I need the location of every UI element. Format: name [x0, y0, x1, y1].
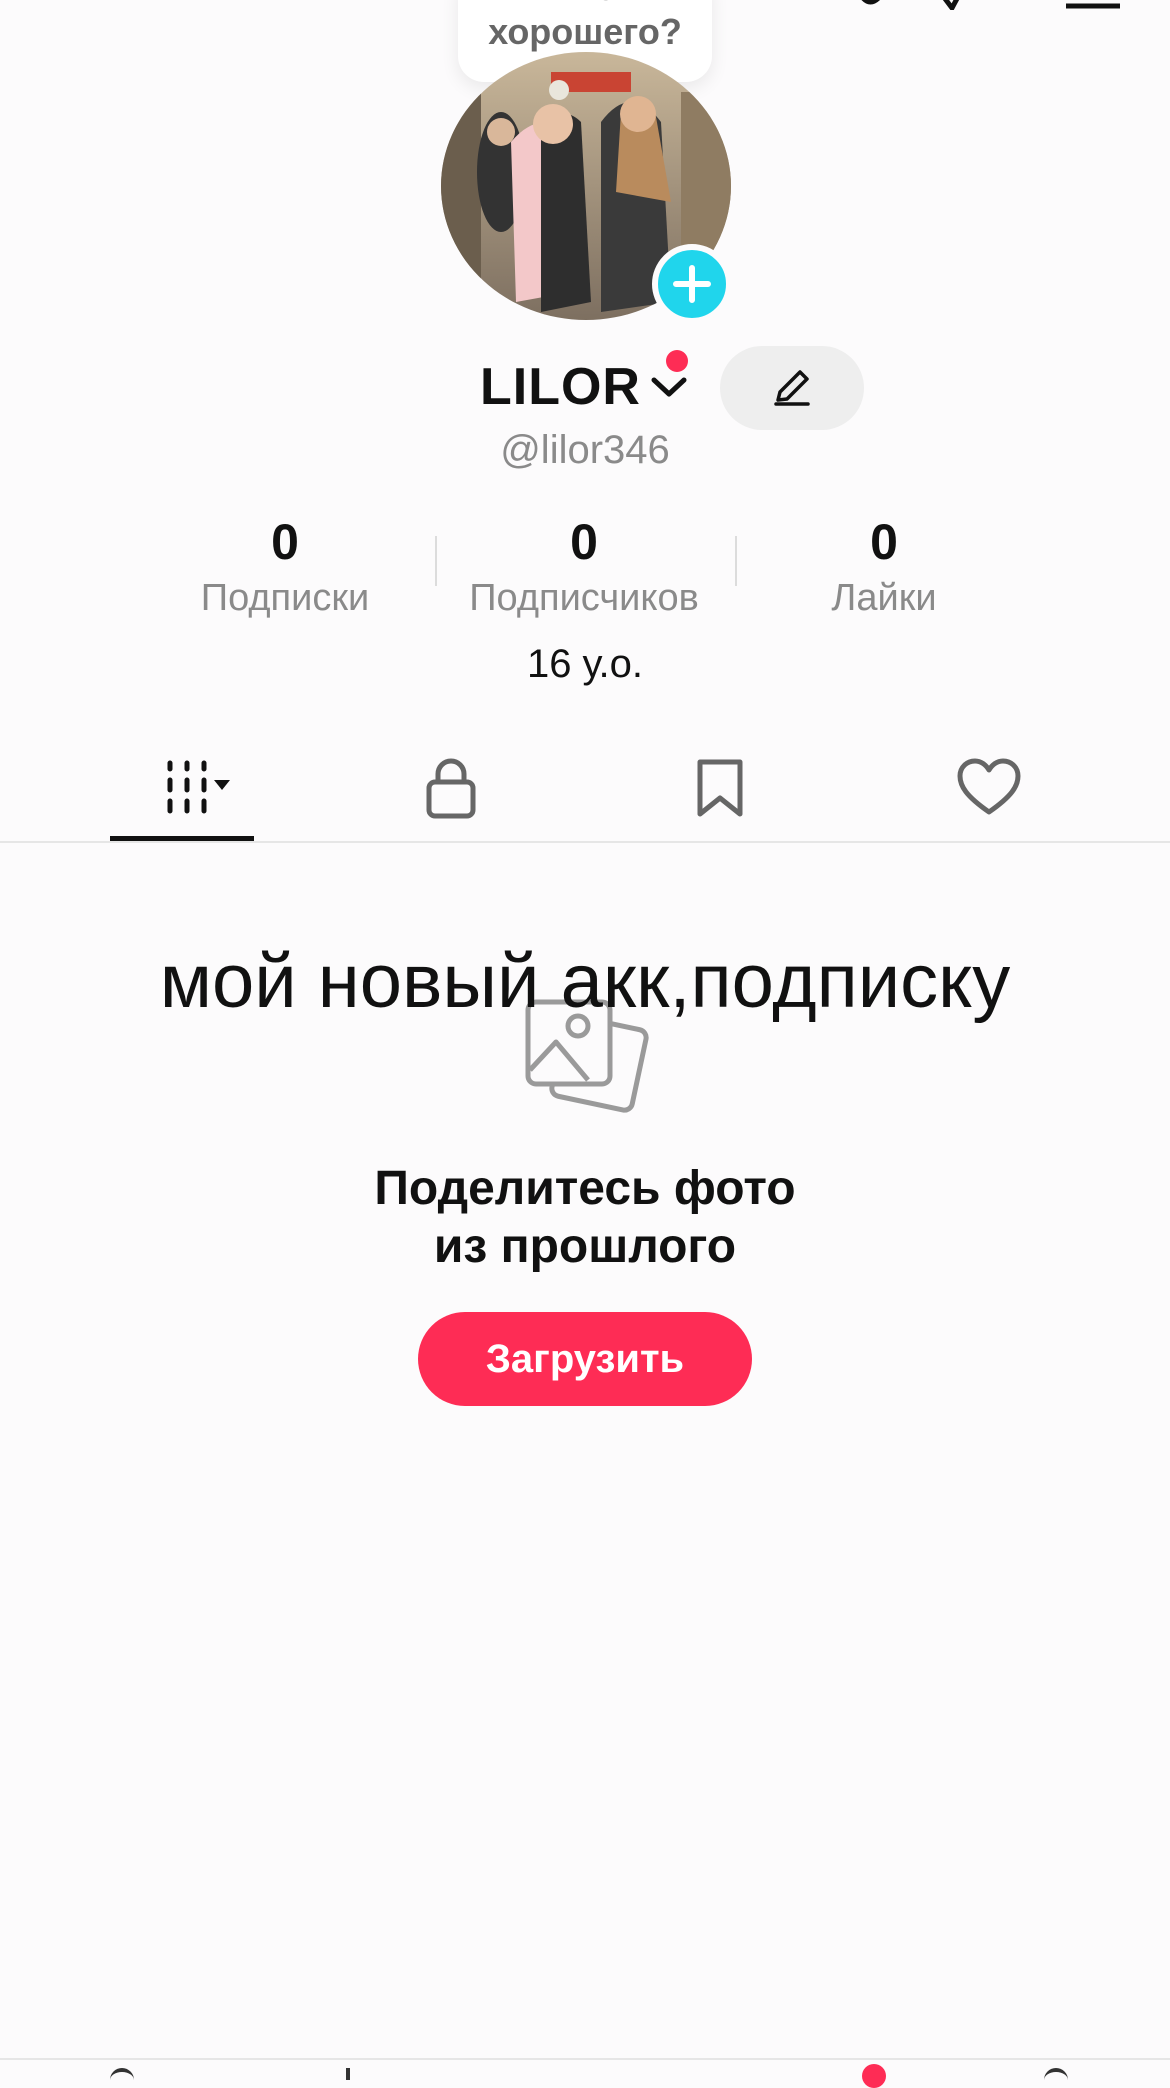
overlay-caption: мой новый акк,подписку [159, 939, 1011, 1024]
tab-private[interactable] [376, 740, 526, 836]
stat-divider [735, 536, 737, 586]
edit-profile-button[interactable] [720, 346, 864, 430]
user-handle: @lilor346 [500, 428, 670, 472]
friends-icon[interactable] [346, 2068, 352, 2080]
tab-liked[interactable] [914, 740, 1064, 836]
add-friend-icon[interactable] [30, 0, 120, 10]
likes-stat[interactable]: 0 Лайки [759, 512, 1009, 622]
following-stat[interactable]: 0 Подписки [160, 512, 410, 622]
streak-icon [861, 0, 880, 5]
home-icon[interactable] [110, 2068, 134, 2080]
inbox-notification-dot [862, 2064, 886, 2088]
tab-videos[interactable] [107, 740, 257, 836]
bubble-line-2: хорошего? [488, 11, 682, 52]
username-switcher[interactable]: LILOR [480, 352, 689, 422]
notification-dot [666, 350, 688, 372]
likes-label: Лайки [831, 577, 937, 619]
following-count: 0 [271, 514, 299, 570]
empty-state-line-2: из прошлого [433, 1220, 737, 1273]
profile-icon[interactable] [1044, 2068, 1068, 2080]
plus-icon [673, 265, 711, 303]
followers-stat[interactable]: 0 Подписчиков [459, 512, 709, 622]
bookmark-icon [697, 759, 743, 817]
tabs-divider [0, 841, 1170, 843]
pencil-icon [774, 370, 810, 406]
lock-icon [426, 758, 476, 819]
username: LILOR [480, 358, 641, 416]
following-label: Подписки [200, 577, 370, 619]
top-action-icons[interactable] [800, 0, 1130, 10]
chevron-down-icon [651, 377, 687, 397]
bottom-nav-border [0, 2058, 1170, 2060]
creator-tools-icon [942, 0, 960, 10]
empty-state-line-1: Поделитесь фото [374, 1162, 796, 1215]
bubble-line-1: Что [458, 0, 712, 10]
likes-count: 0 [870, 514, 898, 570]
upload-button[interactable]: Загрузить [418, 1312, 752, 1406]
add-story-button[interactable] [652, 244, 732, 324]
videos-grid-icon [167, 760, 230, 814]
empty-state-title: Поделитесь фото из прошлого [0, 1160, 1170, 1276]
tab-saved[interactable] [645, 740, 795, 836]
followers-label: Подписчиков [469, 577, 699, 619]
profile-bio: 16 у.о. [526, 642, 644, 686]
stat-divider [435, 536, 437, 586]
heart-icon [957, 758, 1021, 815]
followers-count: 0 [570, 514, 598, 570]
